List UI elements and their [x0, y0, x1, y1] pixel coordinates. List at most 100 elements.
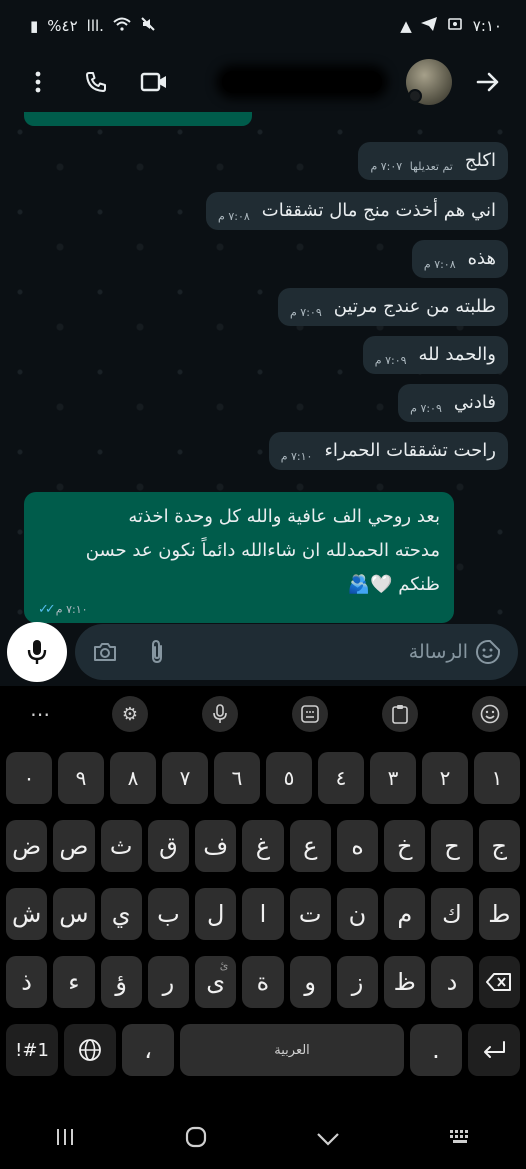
avatar[interactable]	[406, 59, 452, 105]
language-key[interactable]	[64, 1024, 117, 1076]
key[interactable]: ذ	[6, 956, 48, 1008]
key[interactable]: ق	[147, 820, 190, 872]
key[interactable]: ة	[242, 956, 284, 1008]
keyboard-switch-button[interactable]	[448, 1127, 472, 1152]
key[interactable]: ف	[195, 820, 237, 872]
attach-button[interactable]	[141, 636, 173, 668]
chat-area[interactable]: اكلج تم تعديلها ٧:٠٧ م اني هم أخذت منج م…	[0, 112, 526, 686]
voice-input-button[interactable]	[202, 696, 238, 732]
message-bubble-incoming[interactable]: فادني ٧:٠٩ م	[398, 384, 508, 422]
comma-key[interactable]: ،	[122, 1024, 175, 1076]
key[interactable]: ٠	[6, 752, 52, 804]
key[interactable]: ١	[474, 752, 520, 804]
contact-name-redacted[interactable]	[222, 71, 382, 93]
clipboard-button[interactable]	[382, 696, 418, 732]
message-bubble-incoming[interactable]: اني هم أخذت منج مال تشققات ٧:٠٨ م	[206, 192, 508, 230]
edited-label: تم تعديلها	[409, 160, 453, 173]
settings-button[interactable]: ⚙	[112, 696, 148, 732]
contact-info[interactable]	[222, 59, 508, 105]
key[interactable]: ن	[336, 888, 379, 940]
key[interactable]: ض	[6, 820, 48, 872]
message-bubble-incoming[interactable]: هذه ٧:٠٨ م	[411, 240, 508, 278]
message-input[interactable]	[173, 641, 472, 663]
status-bar: ▮ %٤٢ ااا. ▲ ٧:١٠	[0, 0, 526, 52]
keyboard-row-numbers: ١ ٢ ٣ ٤ ٥ ٦ ٧ ٨ ٩ ٠	[6, 752, 520, 804]
message-text: راحت تشققات الحمراء	[324, 440, 496, 461]
recent-apps-button[interactable]	[54, 1127, 76, 1153]
keyboard-toolbar: ⋯ ⚙	[0, 686, 526, 742]
space-key[interactable]: العربية	[180, 1024, 404, 1076]
message-bubble-outgoing[interactable]: بعد روحي الف عافية والله كل وحدة اخذته م…	[24, 492, 454, 623]
key[interactable]: ا	[242, 888, 284, 940]
key[interactable]: ل	[195, 888, 237, 940]
battery-percent: %٤٢	[47, 17, 78, 35]
camera-button[interactable]	[89, 636, 121, 668]
voice-call-button[interactable]	[76, 62, 116, 102]
key[interactable]: ٩	[58, 752, 104, 804]
voice-record-button[interactable]	[7, 622, 67, 682]
symbols-key[interactable]: !#1	[6, 1024, 59, 1076]
key[interactable]: ٨	[110, 752, 156, 804]
key[interactable]: ه	[336, 820, 379, 872]
key[interactable]: س	[53, 888, 95, 940]
key[interactable]: ٢	[422, 752, 468, 804]
key[interactable]: ح	[431, 820, 473, 872]
enter-key[interactable]	[467, 1024, 521, 1076]
layout-icon	[301, 705, 319, 723]
key[interactable]: ٦	[214, 752, 260, 804]
key[interactable]: ت	[289, 888, 331, 940]
key[interactable]: ش	[6, 888, 48, 940]
previous-outgoing-bubble[interactable]	[24, 112, 252, 126]
signal-bars-icon: ااا.	[86, 17, 104, 35]
key-with-alt[interactable]: ئى	[195, 956, 237, 1008]
message-time: ٧:٠٩ م	[410, 402, 442, 415]
key[interactable]: و	[289, 956, 331, 1008]
key[interactable]: د	[431, 956, 473, 1008]
key[interactable]: ب	[147, 888, 190, 940]
message-bubble-incoming[interactable]: والحمد لله ٧:٠٩ م	[362, 336, 508, 374]
video-call-button[interactable]	[134, 62, 174, 102]
key[interactable]: ؤ	[100, 956, 142, 1008]
globe-icon	[79, 1039, 101, 1061]
back-button[interactable]	[468, 62, 508, 102]
key[interactable]: ي	[100, 888, 142, 940]
chevron-down-icon	[317, 1133, 339, 1146]
message-bubble-incoming[interactable]: اكلج تم تعديلها ٧:٠٧ م	[358, 142, 508, 180]
key[interactable]: ث	[100, 820, 142, 872]
message-bubble-incoming[interactable]: راحت تشققات الحمراء ٧:١٠ م	[268, 432, 508, 470]
key[interactable]: غ	[242, 820, 284, 872]
key[interactable]: ج	[478, 820, 520, 872]
more-button[interactable]: ⋯	[22, 696, 58, 732]
key[interactable]: ر	[147, 956, 190, 1008]
key[interactable]: ظ	[384, 956, 426, 1008]
key[interactable]: ٧	[162, 752, 208, 804]
sticker-button[interactable]	[472, 636, 504, 668]
more-options-button[interactable]	[18, 62, 58, 102]
key[interactable]: ٥	[266, 752, 312, 804]
key[interactable]: ء	[53, 956, 95, 1008]
key[interactable]: ز	[336, 956, 379, 1008]
message-time: ٧:٠٩ م	[289, 306, 322, 319]
emoji-button[interactable]	[472, 696, 508, 732]
backspace-key[interactable]	[478, 956, 520, 1008]
key[interactable]: ك	[431, 888, 473, 940]
message-time: ٧:٠٨ م	[218, 210, 250, 223]
key[interactable]: ع	[289, 820, 331, 872]
key[interactable]: م	[384, 888, 426, 940]
key[interactable]: ٤	[318, 752, 364, 804]
period-key[interactable]: .	[409, 1024, 462, 1076]
key[interactable]: ٣	[370, 752, 416, 804]
message-bubble-incoming[interactable]: طلبته من عندج مرتين ٧:٠٩ م	[277, 288, 508, 326]
key[interactable]: ط	[478, 888, 520, 940]
key[interactable]: خ	[384, 820, 426, 872]
message-row: والحمد لله ٧:٠٩ م	[375, 342, 496, 368]
layout-button[interactable]	[292, 696, 328, 732]
sticker-icon	[476, 640, 500, 664]
hide-keyboard-button[interactable]	[316, 1127, 340, 1152]
key[interactable]: ص	[53, 820, 95, 872]
message-row: طلبته من عندج مرتين ٧:٠٩ م	[290, 294, 496, 320]
battery-icon: ▮	[30, 17, 39, 35]
home-button[interactable]	[184, 1125, 208, 1155]
mic-icon	[27, 640, 47, 664]
key-alt-char: ئ	[219, 959, 229, 972]
